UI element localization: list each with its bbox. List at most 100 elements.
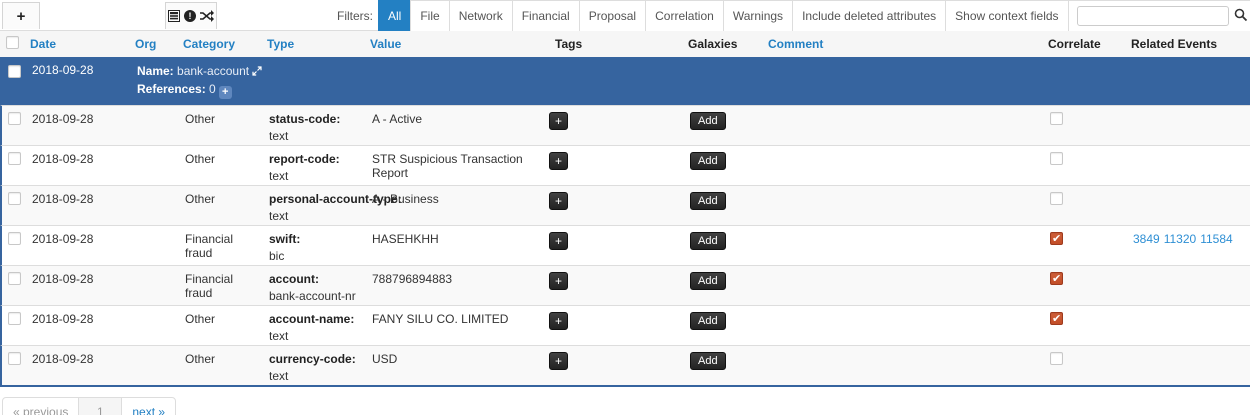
correlate-checkbox[interactable] <box>1050 232 1063 245</box>
pagination-previous[interactable]: « previous <box>2 397 79 415</box>
attr-value: 788796894883 <box>364 266 549 292</box>
attr-type-name: account-name: <box>269 312 364 326</box>
attr-type: account: bank-account-nr <box>261 266 364 309</box>
attr-type-name: status-code: <box>269 112 364 126</box>
filter-tab-network[interactable]: Network <box>449 0 513 31</box>
search-input[interactable] <box>1077 6 1229 26</box>
filter-tab-file[interactable]: File <box>410 0 449 31</box>
correlate-checkbox[interactable] <box>1050 192 1063 205</box>
attr-type-sub: text <box>269 169 364 183</box>
attr-org <box>129 146 177 158</box>
attr-value: USD <box>364 346 549 372</box>
row-checkbox[interactable] <box>8 112 21 125</box>
attr-org <box>129 106 177 118</box>
related-events <box>1125 106 1250 118</box>
add-reference-icon[interactable]: + <box>219 86 232 99</box>
row-checkbox[interactable] <box>8 312 21 325</box>
header-category[interactable]: Category <box>175 37 259 51</box>
filters-label: Filters: <box>337 0 379 31</box>
filter-tab-include-deleted-attributes[interactable]: Include deleted attributes <box>792 0 946 31</box>
add-galaxy-button[interactable]: Add <box>690 192 726 210</box>
attr-type: account-name: text <box>261 306 364 349</box>
add-tag-button[interactable]: + <box>549 112 568 130</box>
add-galaxy-button[interactable]: Add <box>690 312 726 330</box>
related-event-link[interactable]: 11584 <box>1200 232 1232 246</box>
shuffle-icon[interactable] <box>200 10 214 22</box>
row-checkbox[interactable] <box>8 152 21 165</box>
add-tag-button[interactable]: + <box>549 152 568 170</box>
header-date[interactable]: Date <box>22 37 127 51</box>
attr-date: 2018-09-28 <box>24 226 129 252</box>
header-comment[interactable]: Comment <box>760 37 1040 51</box>
expand-object-icon[interactable] <box>252 64 262 81</box>
table-row: 2018-09-28 Financial fraud swift: bic HA… <box>0 225 1250 265</box>
correlate-checkbox[interactable] <box>1050 112 1063 125</box>
search-cell <box>1068 0 1250 31</box>
table-header-row: Date Org Category Type Value Tags Galaxi… <box>0 31 1250 57</box>
attr-type: report-code: text <box>261 146 364 189</box>
row-checkbox[interactable] <box>8 272 21 285</box>
filter-tab-financial[interactable]: Financial <box>512 0 580 31</box>
filter-tab-all[interactable]: All <box>378 0 411 31</box>
correlate-checkbox[interactable] <box>1050 312 1063 325</box>
row-checkbox[interactable] <box>8 192 21 205</box>
filter-tab-show-context-fields[interactable]: Show context fields <box>945 0 1068 31</box>
header-value[interactable]: Value <box>362 37 547 51</box>
filter-tabs: AllFileNetworkFinancialProposalCorrelati… <box>379 0 1069 31</box>
row-checkbox[interactable] <box>8 352 21 365</box>
add-attribute-button[interactable]: + <box>2 2 40 29</box>
attr-type-name: personal-account-type: <box>269 192 364 206</box>
add-tag-button[interactable]: + <box>549 192 568 210</box>
object-date: 2018-09-28 <box>24 57 129 83</box>
related-events <box>1125 186 1250 198</box>
attr-category: Other <box>177 306 261 332</box>
attr-org <box>129 186 177 198</box>
attr-org <box>129 306 177 318</box>
attr-comment <box>762 146 1042 158</box>
filter-tab-warnings[interactable]: Warnings <box>723 0 793 31</box>
add-tag-button[interactable]: + <box>549 352 568 370</box>
object-row-checkbox[interactable] <box>8 65 21 78</box>
row-checkbox[interactable] <box>8 232 21 245</box>
attr-type: currency-code: text <box>261 346 364 389</box>
attr-comment <box>762 186 1042 198</box>
pagination-current-page[interactable]: 1 <box>78 397 122 415</box>
add-galaxy-button[interactable]: Add <box>690 352 726 370</box>
attr-category: Other <box>177 106 261 132</box>
correlate-checkbox[interactable] <box>1050 152 1063 165</box>
add-tag-button[interactable]: + <box>549 272 568 290</box>
header-type[interactable]: Type <box>259 37 362 51</box>
table-body: 2018-09-28 Name: bank-account References… <box>0 57 1250 387</box>
attr-comment <box>762 106 1042 118</box>
add-galaxy-button[interactable]: Add <box>690 232 726 250</box>
attribute-toolbar: + ! Filters: AllFileNetworkFinancialProp… <box>0 0 1250 31</box>
attr-category: Other <box>177 146 261 172</box>
correlate-checkbox[interactable] <box>1050 352 1063 365</box>
add-galaxy-button[interactable]: Add <box>690 112 726 130</box>
attr-date: 2018-09-28 <box>24 146 129 172</box>
search-icon[interactable] <box>1234 8 1248 25</box>
add-tag-button[interactable]: + <box>549 312 568 330</box>
attr-date: 2018-09-28 <box>24 266 129 292</box>
add-tag-button[interactable]: + <box>549 232 568 250</box>
filter-tab-correlation[interactable]: Correlation <box>645 0 724 31</box>
related-event-link[interactable]: 3849 <box>1133 232 1160 246</box>
add-galaxy-button[interactable]: Add <box>690 152 726 170</box>
attr-date: 2018-09-28 <box>24 186 129 212</box>
exclamation-circle-icon[interactable]: ! <box>184 10 196 22</box>
add-galaxy-button[interactable]: Add <box>690 272 726 290</box>
attr-value: FANY SILU CO. LIMITED <box>364 306 549 332</box>
related-event-link[interactable]: 11320 <box>1164 232 1196 246</box>
attr-comment <box>762 346 1042 358</box>
attr-type: status-code: text <box>261 106 364 149</box>
plus-icon: + <box>17 8 26 25</box>
attr-category: Other <box>177 346 261 372</box>
header-org[interactable]: Org <box>127 37 175 51</box>
list-icon[interactable] <box>168 10 180 22</box>
filter-tab-proposal[interactable]: Proposal <box>579 0 646 31</box>
pagination-next[interactable]: next » <box>121 397 176 415</box>
correlate-checkbox[interactable] <box>1050 272 1063 285</box>
select-all-checkbox[interactable] <box>6 36 19 49</box>
object-name: bank-account <box>177 64 249 78</box>
table-row: 2018-09-28 Financial fraud account: bank… <box>0 265 1250 305</box>
